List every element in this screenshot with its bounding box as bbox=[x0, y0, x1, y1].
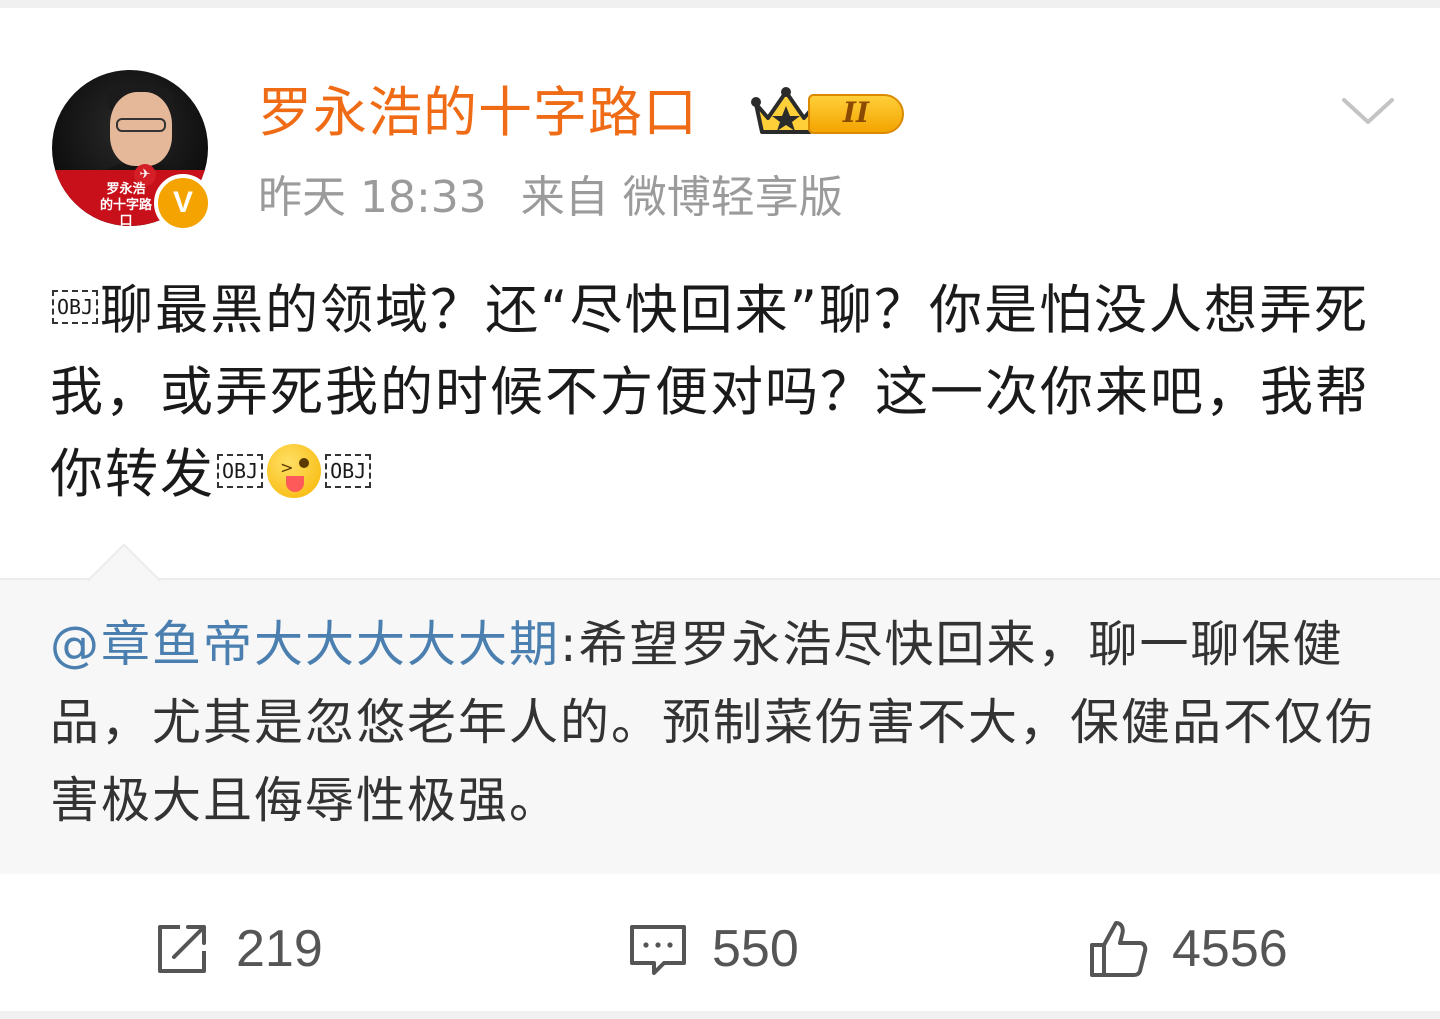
chevron-down-icon[interactable] bbox=[1338, 92, 1398, 132]
membership-level-badge[interactable]: II bbox=[750, 84, 910, 142]
retweeted-post[interactable]: @章鱼帝大大大大大期:希望罗永浩尽快回来，聊一聊保健品，尤其是忽悠老年人的。预制… bbox=[0, 543, 1440, 874]
post-source[interactable]: 来自 微博轻享版 bbox=[521, 172, 843, 223]
post-time: 昨天 18:33 bbox=[258, 172, 487, 223]
share-icon bbox=[158, 925, 206, 973]
repost-button[interactable]: 219 bbox=[150, 914, 323, 984]
level-label: II bbox=[808, 94, 904, 134]
tongue-out-emoji-icon: > bbox=[267, 444, 322, 499]
post-body: OBJ 聊最黑的领域？还“尽快回来”聊？你是怕没人想弄死我，或弄死我的时候不方便对… bbox=[50, 270, 1400, 516]
post-meta: 昨天 18:33 来自 微博轻享版 bbox=[258, 168, 843, 228]
author-name[interactable]: 罗永浩的十字路口 bbox=[258, 80, 698, 146]
retweet-body: @章鱼帝大大大大大期:希望罗永浩尽快回来，聊一聊保健品，尤其是忽悠老年人的。预制… bbox=[50, 606, 1400, 840]
object-placeholder: OBJ bbox=[52, 290, 99, 325]
avatar-caption: 罗永浩 的十字路口 bbox=[99, 182, 152, 226]
bottom-separator bbox=[0, 1011, 1440, 1019]
comment-count: 550 bbox=[712, 920, 799, 978]
repost-count: 219 bbox=[236, 920, 323, 978]
top-separator bbox=[0, 0, 1440, 8]
object-placeholder: OBJ bbox=[217, 454, 264, 489]
comment-button[interactable]: 550 bbox=[626, 914, 799, 984]
verified-badge-icon: V bbox=[154, 174, 212, 232]
like-button[interactable]: 4556 bbox=[1086, 914, 1288, 984]
thumbs-up-icon bbox=[1090, 921, 1148, 977]
retweet-author-link[interactable]: @章鱼帝大大大大大期 bbox=[50, 616, 560, 673]
like-count: 4556 bbox=[1172, 920, 1288, 978]
comment-icon bbox=[630, 925, 686, 975]
object-placeholder: OBJ bbox=[325, 454, 372, 489]
weibo-post-card: ✈ 罗永浩 的十字路口 V 罗永浩的十字路口 II 昨天 18:33 来自 微博轻… bbox=[0, 8, 1440, 1011]
action-bar: 219 550 4556 bbox=[0, 886, 1440, 1010]
